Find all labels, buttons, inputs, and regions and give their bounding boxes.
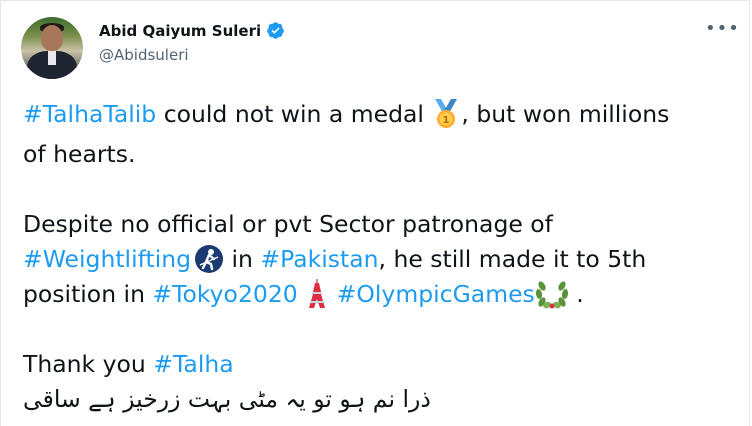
avatar[interactable] (21, 17, 83, 79)
tweet-text: of hearts. (23, 140, 136, 168)
tweet-text: in (224, 245, 261, 273)
tweet-text: could not win a medal (156, 100, 432, 128)
author-name-row[interactable]: Abid Qaiyum Suleri (99, 21, 285, 40)
svg-text:1: 1 (443, 115, 450, 126)
hashtag-link[interactable]: #Pakistan (260, 245, 378, 273)
tweet-text-line-4: #Weightlifting in #Pakistan, he still ma… (23, 242, 646, 276)
tweet-text-line-2: of hearts. (23, 137, 135, 171)
avatar-face (41, 25, 63, 51)
tweet-text: . (568, 280, 584, 308)
tweet-text-line-5: position in #Tokyo2020 #OlympicGames . (23, 277, 584, 312)
tweet-text-line-6: Thank you #Talha (23, 347, 234, 381)
tweet-text-line-1: #TalhaTalib could not win a medal 1 , bu… (23, 97, 669, 132)
hashtag-link[interactable]: #Tokyo2020 (152, 280, 297, 308)
tweet-card[interactable]: Abid Qaiyum Suleri @Abidsuleri ••• #Talh… (0, 0, 750, 426)
tweet-text: , but won millions (461, 100, 670, 128)
hashtag-link[interactable]: #Weightlifting (23, 245, 191, 273)
tweet-text: Thank you (23, 350, 154, 378)
first-place-medal-icon: 1 (435, 98, 458, 128)
tweet-text: Despite no official or pvt Sector patron… (23, 210, 553, 238)
tweet-text: , he still made it to 5th (378, 245, 647, 273)
tweet-text: position in (23, 280, 153, 308)
olympic-wreath-icon (535, 280, 568, 308)
avatar-shirt (48, 51, 56, 65)
tweet-text-urdu: ذرا نم ہو تو یہ مٹی بہت زرخیز ہے ساقی (23, 385, 431, 413)
hashtag-link[interactable]: #Talha (153, 350, 233, 378)
more-options-icon[interactable]: ••• (705, 20, 740, 38)
hashtag-link[interactable]: #TalhaTalib (23, 100, 156, 128)
author-name[interactable]: Abid Qaiyum Suleri (99, 22, 261, 40)
tokyo-tower-icon (309, 278, 326, 308)
author-handle[interactable]: @Abidsuleri (99, 46, 189, 64)
tweet-text-line-7-urdu: ذرا نم ہو تو یہ مٹی بہت زرخیز ہے ساقی (23, 382, 431, 416)
tweet-text-line-3: Despite no official or pvt Sector patron… (23, 207, 553, 241)
weightlifter-icon (195, 244, 224, 273)
verified-badge-icon (267, 22, 284, 39)
hashtag-link[interactable]: #OlympicGames (337, 280, 535, 308)
